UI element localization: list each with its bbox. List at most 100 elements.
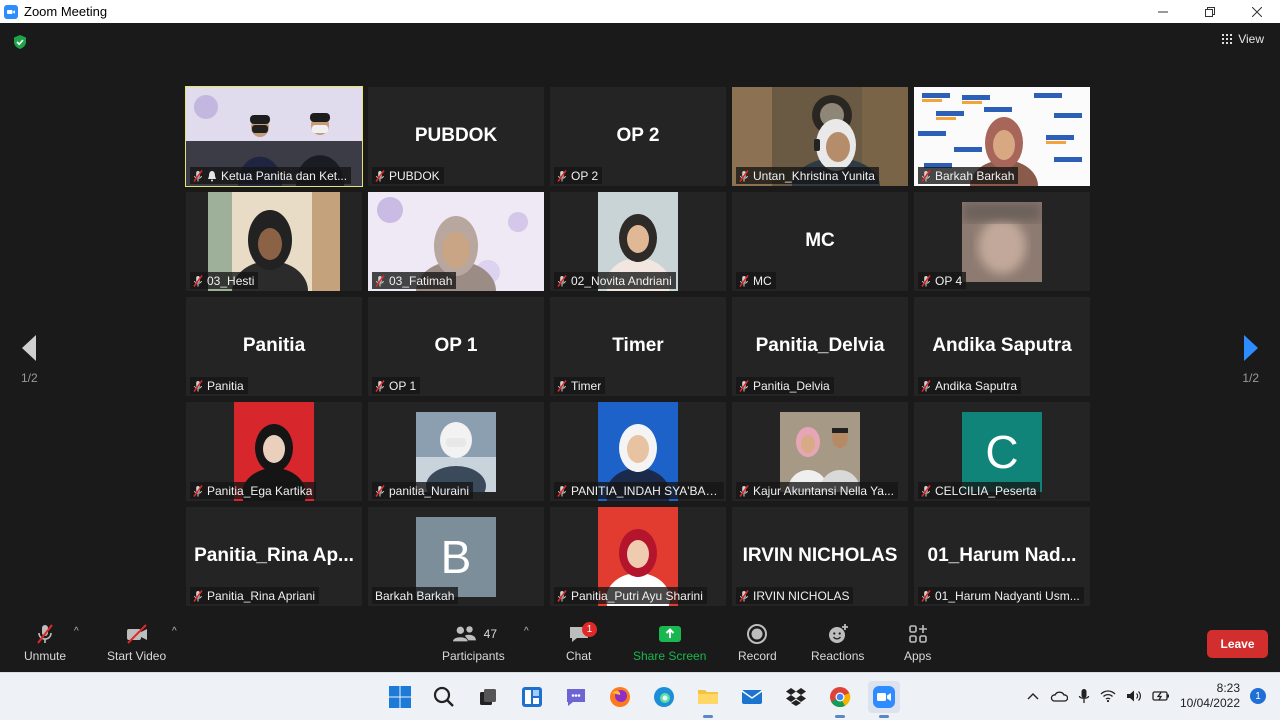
minimize-button[interactable] bbox=[1139, 0, 1186, 23]
participant-name: 03_Fatimah bbox=[389, 273, 453, 288]
file-explorer-button[interactable] bbox=[692, 681, 724, 718]
participant-name-label: 01_Harum Nadyanti Usm... bbox=[918, 587, 1084, 604]
participant-tile[interactable]: panitia_Nuraini bbox=[368, 402, 544, 501]
participant-tile[interactable]: Ketua Panitia dan Ket... bbox=[185, 86, 363, 187]
chat-unread-badge: 1 bbox=[582, 622, 597, 637]
participant-tile[interactable]: OP 2 OP 2 bbox=[550, 87, 726, 186]
participant-tile[interactable]: Panitia_Rina Ap... Panitia_Rina Apriani bbox=[186, 507, 362, 606]
participant-name-label: Panitia_Ega Kartika bbox=[190, 482, 317, 499]
participant-tile[interactable]: Panitia Panitia bbox=[186, 297, 362, 396]
participants-button[interactable]: 47 Participants ^ bbox=[442, 622, 529, 663]
participant-name: Barkah Barkah bbox=[935, 168, 1015, 183]
participant-name: MC bbox=[753, 273, 772, 288]
participant-tile[interactable]: B Barkah Barkah bbox=[368, 507, 544, 606]
participants-icon bbox=[452, 626, 476, 642]
share-screen-button[interactable]: Share Screen bbox=[633, 622, 706, 663]
next-page-arrow-icon[interactable] bbox=[1241, 333, 1261, 363]
participant-video bbox=[416, 412, 496, 492]
participant-video bbox=[780, 412, 860, 492]
audio-options-caret-icon[interactable]: ^ bbox=[74, 626, 79, 637]
task-view-button[interactable] bbox=[472, 681, 504, 713]
participant-avatar: B bbox=[416, 517, 496, 597]
start-button[interactable] bbox=[384, 681, 416, 713]
participant-tile[interactable]: Kajur Akuntansi Nella Ya... bbox=[732, 402, 908, 501]
participant-name-label: Kajur Akuntansi Nella Ya... bbox=[736, 482, 898, 499]
participant-tile[interactable]: OP 4 bbox=[914, 192, 1090, 291]
participant-name: Andika Saputra bbox=[935, 378, 1018, 393]
participant-tile[interactable]: Timer Timer bbox=[550, 297, 726, 396]
participant-name-label: 03_Fatimah bbox=[372, 272, 457, 289]
start-video-button[interactable]: Start Video ^ bbox=[107, 622, 177, 663]
muted-microphone-icon bbox=[921, 274, 931, 287]
search-icon bbox=[433, 686, 454, 707]
record-icon bbox=[747, 624, 768, 644]
edge-button[interactable] bbox=[648, 681, 680, 713]
firefox-button[interactable] bbox=[604, 681, 636, 713]
participant-tile[interactable]: PANITIA_INDAH SYA'BAN... bbox=[550, 402, 726, 501]
reactions-button[interactable]: Reactions bbox=[811, 622, 864, 663]
participant-avatar: C bbox=[962, 412, 1042, 492]
participant-tile[interactable]: 03_Fatimah bbox=[368, 192, 544, 291]
unmute-button[interactable]: Unmute ^ bbox=[24, 622, 79, 663]
dropbox-button[interactable] bbox=[780, 681, 812, 713]
muted-microphone-icon bbox=[739, 484, 749, 497]
participant-tile[interactable]: C CELCILIA_Peserta bbox=[914, 402, 1090, 501]
muted-microphone-icon bbox=[739, 274, 749, 287]
previous-page-arrow-icon[interactable] bbox=[19, 333, 39, 363]
participant-tile[interactable]: 03_Hesti bbox=[186, 192, 362, 291]
onedrive-cloud-icon[interactable] bbox=[1050, 689, 1068, 703]
participant-tile[interactable]: 01_Harum Nad... 01_Harum Nadyanti Usm... bbox=[914, 507, 1090, 606]
muted-microphone-icon bbox=[193, 589, 203, 602]
participant-tile[interactable]: Andika Saputra Andika Saputra bbox=[914, 297, 1090, 396]
taskbar-search-button[interactable] bbox=[428, 681, 460, 713]
teams-chat-icon bbox=[567, 689, 585, 706]
chat-button[interactable]: 1 Chat bbox=[566, 622, 597, 663]
participant-name: PANITIA_INDAH SYA'BAN... bbox=[571, 483, 720, 498]
unmute-label: Unmute bbox=[24, 649, 67, 663]
record-button[interactable]: Record bbox=[738, 622, 777, 663]
dropbox-icon bbox=[786, 688, 806, 706]
view-button[interactable]: View bbox=[1222, 32, 1264, 46]
video-options-caret-icon[interactable]: ^ bbox=[172, 626, 177, 637]
teams-chat-button[interactable] bbox=[560, 681, 592, 713]
widgets-icon bbox=[522, 687, 542, 707]
mail-button[interactable] bbox=[736, 681, 768, 713]
participant-name: Panitia_Delvia bbox=[753, 378, 830, 393]
participant-name: CELCILIA_Peserta bbox=[935, 483, 1037, 498]
participant-tile[interactable]: Panitia_Putri Ayu Sharini bbox=[550, 507, 726, 606]
leave-button[interactable]: Leave bbox=[1207, 630, 1268, 658]
participant-name: OP 4 bbox=[935, 273, 963, 288]
widgets-button[interactable] bbox=[516, 681, 548, 713]
taskbar-clock[interactable]: 8:23 10/04/2022 bbox=[1180, 681, 1240, 711]
participant-tile[interactable]: MC MC bbox=[732, 192, 908, 291]
participant-name: Panitia_Rina Apriani bbox=[207, 588, 316, 603]
participant-name: Panitia_Ega Kartika bbox=[207, 483, 313, 498]
participant-tile[interactable]: PUBDOK PUBDOK bbox=[368, 87, 544, 186]
show-hidden-icons-chevron-icon[interactable] bbox=[1026, 689, 1040, 703]
maximize-button[interactable] bbox=[1186, 0, 1233, 23]
page-indicator-left: 1/2 bbox=[21, 371, 38, 385]
close-button[interactable] bbox=[1233, 0, 1280, 23]
participant-tile[interactable]: Barkah Barkah bbox=[914, 87, 1090, 186]
participant-tile[interactable]: 02_Novita Andriani bbox=[550, 192, 726, 291]
participant-name-label: Panitia_Rina Apriani bbox=[190, 587, 320, 604]
apps-button[interactable]: Apps bbox=[904, 622, 931, 663]
participant-tile[interactable]: Panitia_Delvia Panitia_Delvia bbox=[732, 297, 908, 396]
encryption-shield-icon[interactable] bbox=[12, 34, 28, 50]
participant-name: Ketua Panitia dan Ket... bbox=[221, 168, 348, 183]
participants-caret-icon[interactable]: ^ bbox=[524, 626, 529, 637]
participant-tile[interactable]: OP 1 OP 1 bbox=[368, 297, 544, 396]
participant-tile[interactable]: Untan_Khristina Yunita bbox=[732, 87, 908, 186]
mail-icon bbox=[741, 690, 763, 704]
zoom-taskbar-button[interactable] bbox=[868, 681, 900, 718]
microphone-in-use-icon[interactable] bbox=[1078, 688, 1090, 704]
chrome-button[interactable] bbox=[824, 681, 856, 718]
wifi-icon[interactable] bbox=[1100, 689, 1116, 703]
notification-count-badge[interactable]: 1 bbox=[1250, 688, 1266, 704]
participant-display-name: Panitia_Rina Ap... bbox=[194, 545, 354, 566]
firefox-icon bbox=[610, 687, 630, 707]
battery-charging-icon[interactable] bbox=[1152, 689, 1170, 703]
volume-icon[interactable] bbox=[1126, 689, 1142, 703]
participant-tile[interactable]: IRVIN NICHOLAS IRVIN NICHOLAS bbox=[732, 507, 908, 606]
participant-tile[interactable]: Panitia_Ega Kartika bbox=[186, 402, 362, 501]
